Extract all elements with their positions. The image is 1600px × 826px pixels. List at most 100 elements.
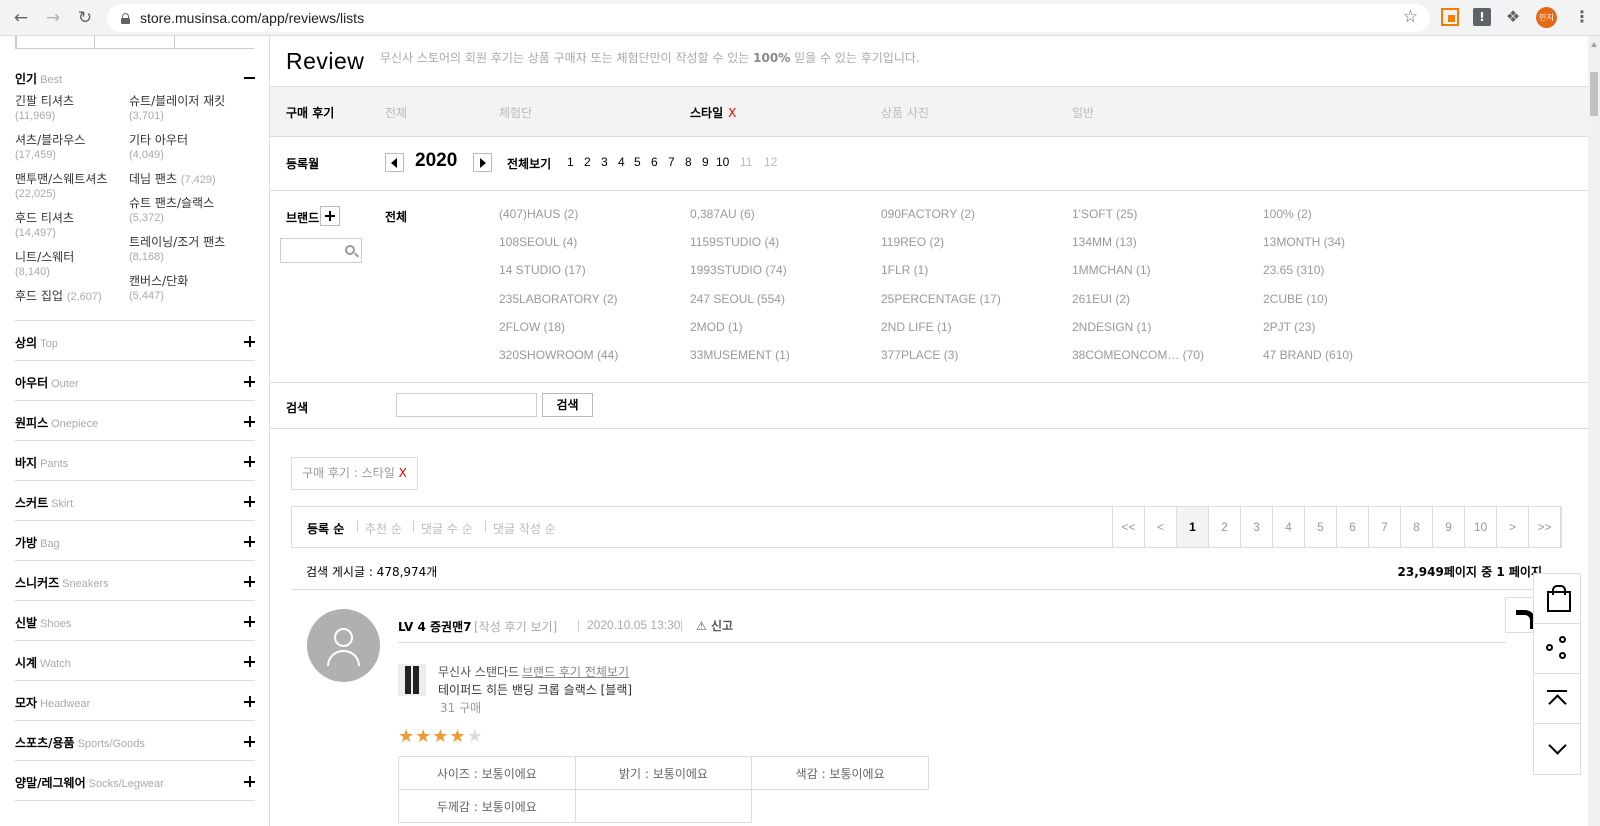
brand-option[interactable]: 1993STUDIO (74) [690,263,787,277]
remove-filter-icon[interactable]: X [399,466,407,480]
brand-expand-button[interactable] [320,206,340,226]
brand-option[interactable]: 2ND LIFE (1) [881,320,952,334]
profile-avatar[interactable]: 민지 [1536,7,1557,28]
category-best-header[interactable]: 인기 Best [15,70,255,87]
brand-reviews-link[interactable]: 브랜드 후기 전체보기 [522,663,629,680]
month-link[interactable]: 4 [618,155,625,169]
best-item[interactable]: 슈트/블레이저 재킷 (3,701) [129,94,239,123]
category-row-watch[interactable]: 시계 Watch [15,640,255,680]
brand-option[interactable]: 1MMCHAN (1) [1072,263,1151,277]
type-option-general[interactable]: 일반 [1072,104,1094,121]
month-link[interactable]: 1 [567,155,574,169]
forward-icon[interactable]: → [42,7,64,29]
remove-style-filter-icon[interactable]: X [728,106,736,120]
prev-year-button[interactable] [385,153,404,172]
brand-option[interactable]: 2NDESIGN (1) [1072,320,1151,334]
type-option-photo[interactable]: 상품 사진 [881,104,929,121]
category-row-outer[interactable]: 아우터 Outer [15,360,255,400]
extension-info-icon[interactable]: ! [1473,8,1491,26]
type-option-all[interactable]: 전체 [385,104,407,121]
brand-option[interactable]: 2PJT (23) [1263,320,1315,334]
collapse-minus-icon[interactable] [244,77,255,79]
browser-menu-icon[interactable]: ⋮ [1574,7,1590,27]
page-prev[interactable]: < [1144,506,1177,548]
bookmark-star-icon[interactable]: ☆ [1403,7,1418,27]
brand-option[interactable]: 1'SOFT (25) [1072,207,1137,221]
type-option-style[interactable]: 스타일 X [690,104,736,121]
url-text[interactable]: store.musinsa.com/app/reviews/lists [140,10,364,26]
page-next[interactable]: > [1496,506,1529,548]
report-button[interactable]: ⚠ 신고 [696,617,733,634]
page-last[interactable]: >> [1528,506,1561,548]
brand-option[interactable]: 0,387AU (6) [690,207,755,221]
month-link[interactable]: 3 [601,155,608,169]
category-row-sports[interactable]: 스포츠/용품 Sports/Goods [15,720,255,760]
brand-option[interactable]: 320SHOWROOM (44) [499,348,618,362]
brand-option[interactable]: 38COMEONCOM… (70) [1072,348,1204,362]
best-item[interactable]: 니트/스웨터 (8,140) [15,250,125,279]
page-scrollbar[interactable] [1588,36,1600,826]
scroll-top-icon[interactable] [1534,674,1580,724]
category-row-shoes[interactable]: 신발 Shoes [15,600,255,640]
best-item[interactable]: 맨투맨/스웨트셔츠 (22,025) [15,172,127,201]
category-row-bag[interactable]: 가방 Bag [15,520,255,560]
sort-by-comments[interactable]: 댓글 수 순 [421,520,473,537]
page-number[interactable]: 6 [1336,506,1369,548]
type-option-experience[interactable]: 체험단 [499,104,532,121]
brand-option[interactable]: 13MONTH (34) [1263,235,1345,249]
user-avatar[interactable] [307,609,380,682]
brand-option[interactable]: 25PERCENTAGE (17) [881,292,1001,306]
product-brand[interactable]: 무신사 스탠다드 [438,663,519,680]
brand-option[interactable]: 1FLR (1) [881,263,928,277]
address-bar[interactable]: store.musinsa.com/app/reviews/lists ☆ [107,4,1430,32]
page-number[interactable]: 1 [1176,506,1209,548]
category-row-pants[interactable]: 바지 Pants [15,440,255,480]
scroll-down-icon[interactable] [1534,724,1580,774]
sidebar-tab[interactable] [174,36,175,49]
brand-search-input[interactable] [280,238,362,263]
brand-all-link[interactable]: 전체 [385,208,407,225]
month-link[interactable]: 8 [685,155,692,169]
best-item[interactable]: 후드 집업 (2,607) [15,289,127,304]
sidebar-tab[interactable] [15,36,17,49]
best-item[interactable]: 셔츠/블라우스 (17,459) [15,133,125,162]
next-year-button[interactable] [473,153,492,172]
share-icon[interactable] [1534,624,1580,674]
brand-option[interactable]: 247 SEOUL (554) [690,292,785,306]
sort-by-recommend[interactable]: 추천 순 [365,520,402,537]
brand-option[interactable]: (407)HAUS (2) [499,207,578,221]
page-number[interactable]: 10 [1464,506,1497,548]
brand-option[interactable]: 090FACTORY (2) [881,207,975,221]
expand-plus-icon[interactable] [244,576,255,587]
brand-option[interactable]: 47 BRAND (610) [1263,348,1353,362]
category-row-socks[interactable]: 양말/레그웨어 Socks/Legwear [15,760,255,800]
brand-option[interactable]: 2FLOW (18) [499,320,565,334]
category-row-sneakers[interactable]: 스니커즈 Sneakers [15,560,255,600]
expand-plus-icon[interactable] [244,656,255,667]
brand-option[interactable]: 235LABORATORY (2) [499,292,618,306]
sort-by-date[interactable]: 등록 순 [307,520,344,537]
month-link[interactable]: 6 [651,155,658,169]
month-link[interactable]: 10 [716,155,729,169]
category-row-top[interactable]: 상의 Top [15,320,255,360]
brand-option[interactable]: 261EUI (2) [1072,292,1130,306]
category-row-skirt[interactable]: 스커트 Skirt [15,480,255,520]
best-item[interactable]: 후드 티셔츠 (14,497) [15,211,125,240]
month-link[interactable]: 9 [702,155,709,169]
page-number[interactable]: 4 [1272,506,1305,548]
expand-plus-icon[interactable] [244,776,255,787]
month-link[interactable]: 2 [584,155,591,169]
expand-plus-icon[interactable] [244,496,255,507]
search-input[interactable] [396,393,537,417]
search-icon[interactable] [345,245,355,255]
product-name[interactable]: 테이퍼드 히든 밴딩 크롭 슬랙스 [블랙] [438,681,632,698]
brand-option[interactable]: 2CUBE (10) [1263,292,1328,306]
month-all-link[interactable]: 전체보기 [507,155,551,172]
expand-plus-icon[interactable] [244,336,255,347]
expand-plus-icon[interactable] [244,736,255,747]
best-item[interactable]: 슈트 팬츠/슬랙스 (5,372) [129,196,239,225]
brand-option[interactable]: 1159STUDIO (4) [690,235,779,249]
expand-plus-icon[interactable] [244,696,255,707]
back-icon[interactable]: ← [10,7,32,29]
page-number[interactable]: 2 [1208,506,1241,548]
